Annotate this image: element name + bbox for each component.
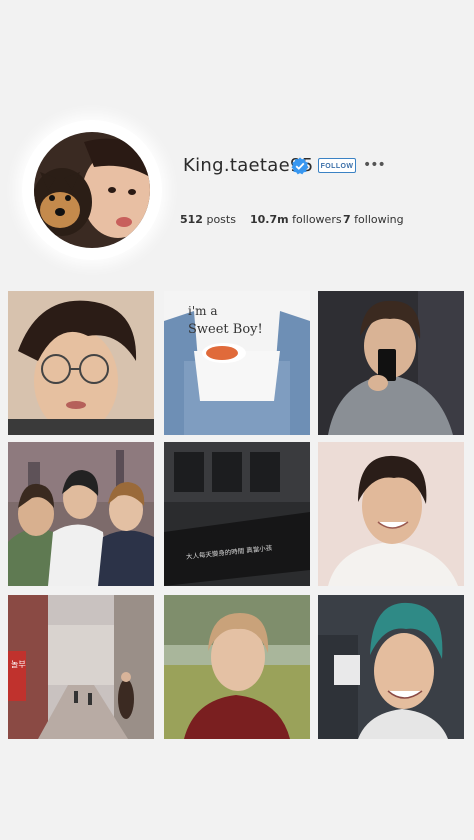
more-options-icon[interactable]: ••• <box>363 158 386 172</box>
shirt-text-line1: i'm a <box>188 304 217 318</box>
following-count: 7 <box>343 213 351 226</box>
profile-header: King.taetae95 FOLLOW ••• 512 posts 10.7m… <box>0 0 474 285</box>
post-tile-6[interactable] <box>318 442 464 586</box>
photo-teal-hair <box>318 595 464 739</box>
avatar-frame <box>22 120 162 260</box>
post-tile-5[interactable]: 大人每天變身的時間 真當小孩 <box>164 442 310 586</box>
posts-count: 512 <box>180 213 203 226</box>
post-tile-1[interactable] <box>8 291 154 435</box>
avatar[interactable] <box>34 132 150 248</box>
post-tile-3[interactable] <box>318 291 464 435</box>
photo-street-scene: 놀부 <box>8 595 154 739</box>
follow-button[interactable]: FOLLOW <box>318 158 356 173</box>
post-tile-8[interactable] <box>164 595 310 739</box>
followers-stat[interactable]: 10.7m followers <box>250 213 342 226</box>
post-tile-9[interactable] <box>318 595 464 739</box>
post-tile-7[interactable]: 놀부 <box>8 595 154 739</box>
followers-label: followers <box>292 213 342 226</box>
photo-field-portrait <box>164 595 310 739</box>
shirt-text-line2: Sweet Boy! <box>188 322 263 337</box>
photo-smiling-man <box>318 442 464 586</box>
post-tile-2[interactable]: i'm a Sweet Boy! <box>164 291 310 435</box>
avatar-image <box>34 132 150 248</box>
following-stat[interactable]: 7 following <box>343 213 404 226</box>
street-sign-text: 놀부 <box>11 660 26 669</box>
post-tile-4[interactable] <box>8 442 154 586</box>
posts-stat: 512 posts <box>180 213 236 226</box>
photo-man-glasses <box>8 291 154 435</box>
photo-mirror-selfie <box>318 291 464 435</box>
following-label: following <box>354 213 404 226</box>
photo-sweet-boy-shirt: i'm a Sweet Boy! <box>164 291 310 435</box>
posts-label: posts <box>206 213 236 226</box>
followers-count: 10.7m <box>250 213 289 226</box>
verified-badge-icon <box>291 157 309 175</box>
photo-group-three <box>8 442 154 586</box>
posts-grid: i'm a Sweet Boy! 大人每天變身的時間 真當小孩 놀부 <box>0 285 474 740</box>
photo-building-sign: 大人每天變身的時間 真當小孩 <box>164 442 310 586</box>
